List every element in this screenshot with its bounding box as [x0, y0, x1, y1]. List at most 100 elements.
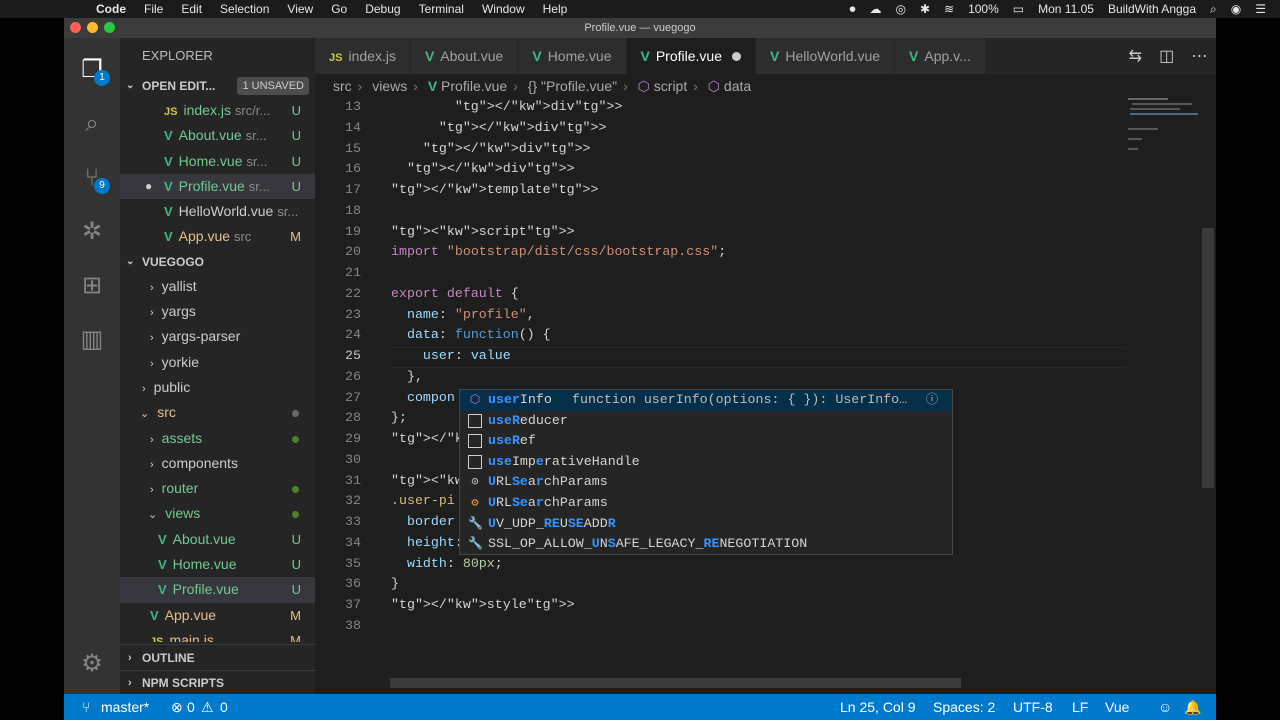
line-number[interactable]: 38 [315, 618, 361, 633]
line-number[interactable]: 31 [315, 473, 361, 488]
screen-record-icon[interactable]: ⏺ [849, 2, 855, 17]
line-number[interactable]: 37 [315, 597, 361, 612]
creative-cloud-icon[interactable]: ◎ [895, 2, 905, 16]
minimap[interactable] [1128, 98, 1200, 178]
debug-icon[interactable]: ✲ [72, 212, 112, 252]
tab-home-vue[interactable]: V Home.vue [518, 38, 626, 74]
tree-folder[interactable]: › yargs-parser [120, 324, 315, 349]
tree-folder[interactable]: ⌄ src [120, 400, 315, 425]
code-line[interactable]: "tg"></"kw">template"tg">> [391, 182, 599, 197]
unsaved-dot-icon[interactable] [732, 52, 741, 61]
menu-help[interactable]: Help [543, 2, 568, 16]
minimize-window-button[interactable] [87, 22, 98, 33]
zoom-window-button[interactable] [104, 22, 115, 33]
code-line[interactable]: "tg"></"kw">style"tg">> [391, 597, 575, 612]
suggestion-item[interactable]: useReducer [460, 411, 952, 432]
suggestion-item[interactable]: useImperativeHandle [460, 452, 952, 473]
code-line[interactable]: width: 80px; [391, 556, 503, 571]
user-name[interactable]: BuildWith Angga [1108, 2, 1196, 16]
code-line[interactable]: import "bootstrap/dist/css/bootstrap.css… [391, 244, 726, 259]
language-mode[interactable]: Vue [1105, 699, 1129, 715]
breadcrumb-item[interactable]: views [372, 78, 407, 94]
line-number[interactable]: 23 [315, 307, 361, 322]
breadcrumb-item[interactable]: script [654, 78, 687, 94]
tab-index-js[interactable]: JS index.js [315, 38, 410, 74]
app-menu[interactable]: Code [96, 2, 126, 16]
extensions-icon[interactable]: ⊞ [72, 266, 112, 306]
suggestion-item[interactable]: 🔧 SSL_OP_ALLOW_UNSAFE_LEGACY_RENEGOTIATIO… [460, 534, 952, 555]
tab-helloworld-vue[interactable]: V HelloWorld.vue [756, 38, 895, 74]
line-number[interactable]: 19 [315, 224, 361, 239]
remote-explorer-icon[interactable]: ▥ [72, 320, 112, 360]
code-line[interactable]: user: value [391, 348, 511, 363]
line-number[interactable]: 33 [315, 514, 361, 529]
info-icon[interactable]: ⓘ [926, 390, 938, 411]
line-number[interactable]: 13 [315, 99, 361, 114]
line-number[interactable]: 36 [315, 576, 361, 591]
suggestion-item[interactable]: ⊙ URLSearchParams [460, 472, 952, 493]
notification-bell-icon[interactable]: 🔔 [1184, 699, 1201, 716]
code-line[interactable]: }, [391, 369, 423, 384]
line-number[interactable]: 24 [315, 327, 361, 342]
line-number[interactable]: 21 [315, 265, 361, 280]
spotlight-icon[interactable]: ⌕ [1210, 2, 1217, 17]
close-window-button[interactable] [70, 22, 81, 33]
code-line[interactable]: .user-pi [391, 493, 455, 508]
tab-about-vue[interactable]: V About.vue [410, 38, 518, 74]
code-line[interactable]: "tg"></"kw">div"tg">> [391, 161, 575, 176]
wifi-icon[interactable]: ≋ [944, 2, 954, 16]
tree-folder[interactable]: › components [120, 451, 315, 476]
breadcrumb-item[interactable]: src [333, 78, 352, 94]
line-number[interactable]: 32 [315, 493, 361, 508]
menu-view[interactable]: View [287, 2, 313, 16]
suggestion-item[interactable]: ⬡ userInfo function userInfo(options: { })… [460, 390, 952, 411]
line-number[interactable]: 27 [315, 390, 361, 405]
breadcrumb-item[interactable]: data [724, 78, 751, 94]
git-branch[interactable]: master* [101, 699, 149, 715]
project-header[interactable]: ⌄ VUEGOGO [120, 250, 315, 274]
cloud-icon[interactable]: ☁ [869, 2, 881, 16]
suggestion-item[interactable]: 🔧 UV_UDP_REUSEADDR [460, 514, 952, 535]
suggestion-item[interactable]: useRef [460, 431, 952, 452]
encoding[interactable]: UTF-8 [1013, 699, 1053, 715]
horizontal-scrollbar[interactable] [390, 678, 961, 688]
open-editor-item[interactable]: V About.vue sr... U [120, 123, 315, 148]
menu-debug[interactable]: Debug [365, 2, 400, 16]
code-line[interactable]: "tg"></"kw">div"tg">> [391, 120, 607, 135]
tree-folder[interactable]: › yorkie [120, 350, 315, 375]
warning-icon[interactable]: ⚠ [201, 699, 214, 716]
settings-gear-icon[interactable]: ⚙ [72, 644, 112, 684]
breadcrumb-item[interactable]: {} "Profile.vue" [528, 78, 617, 94]
menu-edit[interactable]: Edit [181, 2, 202, 16]
tree-folder[interactable]: ⌄ views [120, 501, 315, 526]
code-line[interactable]: "tg"></"kw">div"tg">> [391, 141, 591, 156]
clock[interactable]: Mon 11.05 [1038, 2, 1094, 16]
tab-app-vue[interactable]: V App.v... [895, 38, 985, 74]
tree-file[interactable]: V Profile.vue U [120, 577, 315, 603]
indentation[interactable]: Spaces: 2 [933, 699, 995, 715]
unsaved-dot-icon[interactable]: ● [145, 174, 152, 199]
tree-file[interactable]: JS main.js M [120, 628, 315, 642]
line-number[interactable]: 34 [315, 535, 361, 550]
tree-folder[interactable]: › router [120, 476, 315, 501]
line-number[interactable]: 30 [315, 452, 361, 467]
line-ending[interactable]: LF [1072, 699, 1088, 715]
line-number[interactable]: 35 [315, 556, 361, 571]
line-number[interactable]: 18 [315, 203, 361, 218]
code-line[interactable]: "tg"><"kw">script"tg">> [391, 224, 575, 239]
compare-changes-icon[interactable]: ⇆ [1129, 46, 1142, 66]
siri-icon[interactable]: ◉ [1231, 2, 1241, 16]
open-editor-item[interactable]: V App.vue src M [120, 224, 315, 249]
line-number[interactable]: 17 [315, 182, 361, 197]
line-number[interactable]: 15 [315, 141, 361, 156]
menu-window[interactable]: Window [482, 2, 525, 16]
open-editor-item[interactable]: V Home.vue sr... U [120, 149, 315, 174]
error-icon[interactable]: ⊗ [171, 699, 183, 716]
code-line[interactable]: compon [391, 390, 455, 405]
source-control-icon[interactable]: ⑂ 9 [72, 158, 112, 198]
line-number[interactable]: 22 [315, 286, 361, 301]
explorer-icon[interactable]: ❐ 1 [72, 50, 112, 90]
split-editor-icon[interactable]: ◫ [1159, 46, 1174, 66]
tree-file[interactable]: V About.vue U [120, 527, 315, 552]
more-actions-icon[interactable]: ⋯ [1191, 46, 1207, 66]
